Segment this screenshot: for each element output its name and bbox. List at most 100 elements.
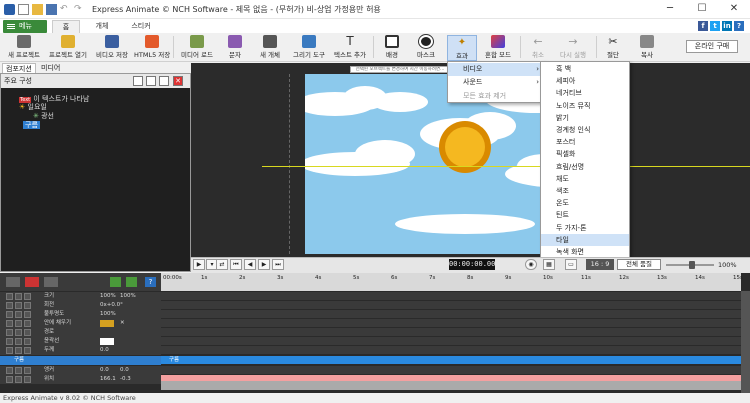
- track-lane[interactable]: [161, 366, 741, 375]
- keyframe-nav-icon[interactable]: [15, 367, 22, 374]
- property-value[interactable]: 0x+0.0°: [100, 301, 123, 310]
- tab-object[interactable]: 개체: [88, 20, 116, 33]
- submenu-item[interactable]: 두 가지-톤: [541, 222, 629, 234]
- keyframe-nav-icon[interactable]: [6, 293, 13, 300]
- property-row[interactable]: 두께 0.0: [0, 346, 161, 355]
- minimize-button[interactable]: ─: [654, 0, 686, 19]
- twitter-icon[interactable]: t: [710, 21, 720, 31]
- tab-media[interactable]: 미디어: [38, 63, 63, 73]
- track-lane[interactable]: [161, 328, 741, 337]
- property-value[interactable]: 100%: [120, 292, 136, 301]
- menu-item-video[interactable]: 비디오 ›: [448, 63, 545, 76]
- keyframe-nav-icon[interactable]: [6, 302, 13, 309]
- submenu-item[interactable]: 네거티브: [541, 87, 629, 99]
- redo-quick-icon[interactable]: ↷: [74, 4, 85, 15]
- undo-button[interactable]: ← 취소: [526, 35, 550, 61]
- submenu-item[interactable]: 채도: [541, 173, 629, 185]
- keyframe-nav-icon[interactable]: [6, 311, 13, 318]
- track-lane[interactable]: [161, 292, 741, 301]
- snapshot-button[interactable]: ◉: [525, 259, 537, 270]
- layer-row-cloud[interactable]: 구름: [0, 356, 161, 365]
- property-value[interactable]: 0.0: [100, 366, 109, 375]
- keyframe-nav-icon[interactable]: [24, 376, 31, 383]
- outline-color-swatch[interactable]: [100, 338, 114, 345]
- undo-quick-icon[interactable]: ↶: [60, 4, 71, 15]
- keyframe-nav-icon[interactable]: [6, 347, 13, 354]
- help-icon[interactable]: ?: [734, 21, 744, 31]
- facebook-icon[interactable]: f: [698, 21, 708, 31]
- keyframe-nav-icon[interactable]: [15, 376, 22, 383]
- save-html5-button[interactable]: HTML5 저장: [134, 35, 170, 61]
- new-project-button[interactable]: 새 프로젝트: [4, 35, 44, 61]
- effects-button[interactable]: ✦ 효과: [447, 35, 477, 61]
- prev-frame-button[interactable]: ◀: [244, 259, 256, 270]
- submenu-item[interactable]: 온도: [541, 197, 629, 209]
- keyframe-nav-icon[interactable]: [6, 338, 13, 345]
- keyframe-nav-icon[interactable]: [15, 311, 22, 318]
- duplicate-layer-icon[interactable]: [159, 76, 169, 86]
- property-value[interactable]: 0.0: [100, 346, 109, 355]
- keyframe-nav-icon[interactable]: [6, 320, 13, 327]
- aspect-ratio-select[interactable]: 16 : 9: [586, 259, 614, 270]
- submenu-item[interactable]: 타일: [541, 233, 629, 246]
- menu-item-sound[interactable]: 사운드 ›: [448, 76, 545, 89]
- property-row[interactable]: 불투명도 100%: [0, 310, 161, 319]
- loop-button[interactable]: ⇄: [216, 259, 228, 270]
- submenu-item[interactable]: 노이즈 뮤직: [541, 100, 629, 112]
- keyframe-nav-icon[interactable]: [15, 329, 22, 336]
- submenu-item[interactable]: 틴트: [541, 209, 629, 221]
- submenu-item[interactable]: 픽셀화: [541, 148, 629, 160]
- keyframe-nav-icon[interactable]: [6, 367, 13, 374]
- draw-tool-button[interactable]: 그리기 도구: [288, 35, 330, 61]
- safe-area-button[interactable]: ▭: [565, 259, 577, 270]
- keyframe-nav-icon[interactable]: [15, 320, 22, 327]
- play-button[interactable]: ▶: [193, 259, 205, 270]
- keyframe-nav-icon[interactable]: [24, 320, 31, 327]
- save-video-button[interactable]: 비디오 저장: [92, 35, 132, 61]
- submenu-item[interactable]: 경계청 인식: [541, 124, 629, 136]
- submenu-item[interactable]: 포스터: [541, 136, 629, 148]
- keyframe-nav-icon[interactable]: [6, 329, 13, 336]
- add-text-button[interactable]: T 텍스트 추가: [330, 35, 370, 61]
- fill-color-swatch[interactable]: [100, 320, 114, 327]
- go-start-button[interactable]: ⏮: [230, 259, 242, 270]
- layer-clip[interactable]: 구름: [161, 356, 741, 365]
- keyframe-nav-icon[interactable]: [24, 311, 31, 318]
- save-icon[interactable]: [46, 4, 57, 15]
- timeline-scrollbar[interactable]: [741, 291, 750, 393]
- track-lane[interactable]: [161, 337, 741, 346]
- next-frame-button[interactable]: ▶: [258, 259, 270, 270]
- close-button[interactable]: ✕: [718, 0, 750, 19]
- buy-online-button[interactable]: 온라인 구매: [686, 40, 738, 53]
- property-row[interactable]: 위치 166.1 -0.3: [0, 375, 161, 384]
- submenu-item[interactable]: 흐림/선명: [541, 161, 629, 173]
- quality-select[interactable]: 전체 품질: [617, 259, 661, 270]
- curve-icon[interactable]: [44, 277, 58, 287]
- property-value[interactable]: 166.1: [100, 375, 116, 384]
- property-row[interactable]: 크기 100% 100%: [0, 292, 161, 301]
- tree-item-cloud[interactable]: 구름: [23, 120, 40, 130]
- timeline-ruler[interactable]: 00:00s 1s 2s 3s 4s 5s 6s 7s 8s 9s 10s 11s 12s 13s 14s 1…: [161, 273, 743, 291]
- grid-button[interactable]: ▦: [543, 259, 555, 270]
- keyframe-nav-icon[interactable]: [24, 367, 31, 374]
- blend-mode-button[interactable]: 혼합 모드: [482, 35, 514, 61]
- property-value[interactable]: ✕: [120, 319, 125, 328]
- property-row[interactable]: 앵커 0.0 0.0: [0, 366, 161, 375]
- keyframe-nav-icon[interactable]: [24, 347, 31, 354]
- move-up-icon[interactable]: [110, 277, 121, 287]
- character-button[interactable]: 문자: [220, 35, 250, 61]
- submenu-item[interactable]: 세피아: [541, 75, 629, 87]
- keyframe-tool-icon[interactable]: [6, 277, 20, 287]
- property-value[interactable]: 100%: [100, 310, 116, 319]
- timeline-hscrollbar[interactable]: [161, 381, 741, 390]
- move-down-icon[interactable]: [126, 277, 137, 287]
- keyframe-nav-icon[interactable]: [15, 338, 22, 345]
- track-lane[interactable]: [161, 319, 741, 328]
- load-media-button[interactable]: 미디어 로드: [177, 35, 217, 61]
- open-project-button[interactable]: 프로젝트 열기: [46, 35, 90, 61]
- submenu-item[interactable]: 밝기: [541, 112, 629, 124]
- maximize-button[interactable]: ☐: [686, 0, 718, 19]
- zoom-slider-knob[interactable]: [689, 261, 696, 269]
- redo-button[interactable]: → 다시 실행: [556, 35, 590, 61]
- menu-item-remove-effects[interactable]: 모든 효과 제거: [448, 90, 545, 103]
